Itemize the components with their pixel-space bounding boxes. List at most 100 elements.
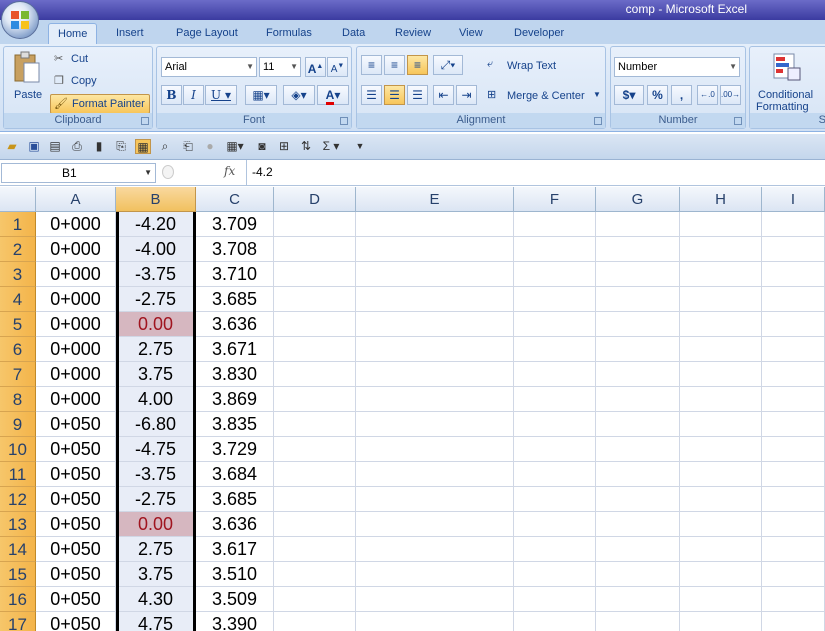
cell-c[interactable]: 3.617 (196, 537, 274, 562)
autosum-icon[interactable]: Σ ▾ (320, 139, 342, 154)
cell-empty[interactable] (762, 512, 825, 537)
cell-empty[interactable] (762, 462, 825, 487)
column-header-b[interactable]: B (116, 187, 196, 212)
cell-empty[interactable] (762, 262, 825, 287)
decrease-decimal-button[interactable]: .00→ (720, 85, 741, 105)
cell-b[interactable]: -3.75 (116, 462, 196, 487)
cell-b[interactable]: 0.00 (116, 512, 196, 537)
cell-empty[interactable] (762, 337, 825, 362)
cell-b[interactable]: 2.75 (116, 337, 196, 362)
cell-empty[interactable] (596, 487, 680, 512)
fill-color-button[interactable]: ◈▾ (283, 85, 315, 105)
cell-empty[interactable] (274, 512, 356, 537)
cell-empty[interactable] (274, 537, 356, 562)
column-header-g[interactable]: G (596, 187, 680, 212)
row-header[interactable]: 8 (0, 387, 36, 412)
cell-empty[interactable] (274, 462, 356, 487)
font-launcher-icon[interactable] (340, 117, 348, 125)
number-launcher-icon[interactable] (734, 117, 742, 125)
sort-icon[interactable]: ⇅ (298, 139, 314, 154)
camera-icon[interactable]: ◙ (254, 139, 270, 154)
decrease-indent-button[interactable]: ⇤ (433, 85, 454, 105)
column-header-d[interactable]: D (274, 187, 356, 212)
cell-empty[interactable] (356, 412, 514, 437)
font-size-combo[interactable]: 11 ▼ (259, 57, 301, 77)
column-header-i[interactable]: I (762, 187, 825, 212)
cell-a[interactable]: 0+000 (36, 237, 116, 262)
row-header[interactable]: 1 (0, 212, 36, 237)
cell-empty[interactable] (356, 337, 514, 362)
cell-empty[interactable] (762, 412, 825, 437)
bottom-align-button[interactable]: ≡ (407, 55, 428, 75)
percent-button[interactable]: % (647, 85, 668, 105)
cell-a[interactable]: 0+050 (36, 412, 116, 437)
tab-view[interactable]: View (450, 23, 492, 44)
cell-c[interactable]: 3.835 (196, 412, 274, 437)
cell-empty[interactable] (514, 237, 596, 262)
cell-empty[interactable] (596, 362, 680, 387)
cell-empty[interactable] (514, 412, 596, 437)
cell-empty[interactable] (762, 387, 825, 412)
cell-empty[interactable] (762, 537, 825, 562)
comma-button[interactable]: , (671, 85, 692, 105)
cell-empty[interactable] (274, 337, 356, 362)
column-header-e[interactable]: E (356, 187, 514, 212)
cell-c[interactable]: 3.830 (196, 362, 274, 387)
cell-empty[interactable] (514, 362, 596, 387)
grid-view-icon[interactable]: ▦ (135, 139, 151, 154)
row-header[interactable]: 16 (0, 587, 36, 612)
cell-a[interactable]: 0+000 (36, 287, 116, 312)
cell-c[interactable]: 3.729 (196, 437, 274, 462)
cell-empty[interactable] (274, 287, 356, 312)
borders-button[interactable]: ▦▾ (245, 85, 277, 105)
cell-a[interactable]: 0+000 (36, 387, 116, 412)
cell-empty[interactable] (514, 612, 596, 631)
page-icon[interactable]: ⎘ (113, 139, 129, 154)
cell-empty[interactable] (680, 537, 762, 562)
cell-empty[interactable] (514, 212, 596, 237)
cell-c[interactable]: 3.709 (196, 212, 274, 237)
cell-empty[interactable] (274, 312, 356, 337)
copy-button[interactable]: ❐ Copy (54, 74, 144, 92)
tab-review[interactable]: Review (386, 23, 440, 44)
cell-empty[interactable] (514, 587, 596, 612)
top-align-button[interactable]: ≡ (361, 55, 382, 75)
cell-empty[interactable] (514, 437, 596, 462)
cell-empty[interactable] (762, 362, 825, 387)
cell-empty[interactable] (680, 487, 762, 512)
cell-b[interactable]: 3.75 (116, 562, 196, 587)
row-header[interactable]: 7 (0, 362, 36, 387)
cell-a[interactable]: 0+000 (36, 312, 116, 337)
cell-b[interactable]: -6.80 (116, 412, 196, 437)
cell-empty[interactable] (596, 562, 680, 587)
cell-empty[interactable] (274, 587, 356, 612)
cell-empty[interactable] (356, 462, 514, 487)
cell-empty[interactable] (596, 587, 680, 612)
cell-empty[interactable] (514, 387, 596, 412)
cell-empty[interactable] (680, 462, 762, 487)
number-format-combo[interactable]: Number ▼ (614, 57, 740, 77)
cell-b[interactable]: 4.75 (116, 612, 196, 631)
column-header-h[interactable]: H (680, 187, 762, 212)
borders-grid-icon[interactable]: ⊞ (276, 139, 292, 154)
cell-empty[interactable] (274, 237, 356, 262)
cell-c[interactable]: 3.710 (196, 262, 274, 287)
row-header[interactable]: 17 (0, 612, 36, 631)
cell-empty[interactable] (680, 412, 762, 437)
cell-c[interactable]: 3.869 (196, 387, 274, 412)
orientation-button[interactable]: ⤢▾ (433, 55, 463, 75)
row-header[interactable]: 15 (0, 562, 36, 587)
cell-b[interactable]: -2.75 (116, 487, 196, 512)
increase-indent-button[interactable]: ⇥ (456, 85, 477, 105)
cell-c[interactable]: 3.509 (196, 587, 274, 612)
cell-b[interactable]: -4.75 (116, 437, 196, 462)
row-header[interactable]: 9 (0, 412, 36, 437)
row-header[interactable]: 6 (0, 337, 36, 362)
row-header[interactable]: 4 (0, 287, 36, 312)
cell-empty[interactable] (514, 262, 596, 287)
cell-empty[interactable] (514, 487, 596, 512)
cell-c[interactable]: 3.636 (196, 512, 274, 537)
row-header[interactable]: 13 (0, 512, 36, 537)
align-left-button[interactable]: ☰ (361, 85, 382, 105)
save-icon[interactable]: ▣ (26, 139, 42, 154)
